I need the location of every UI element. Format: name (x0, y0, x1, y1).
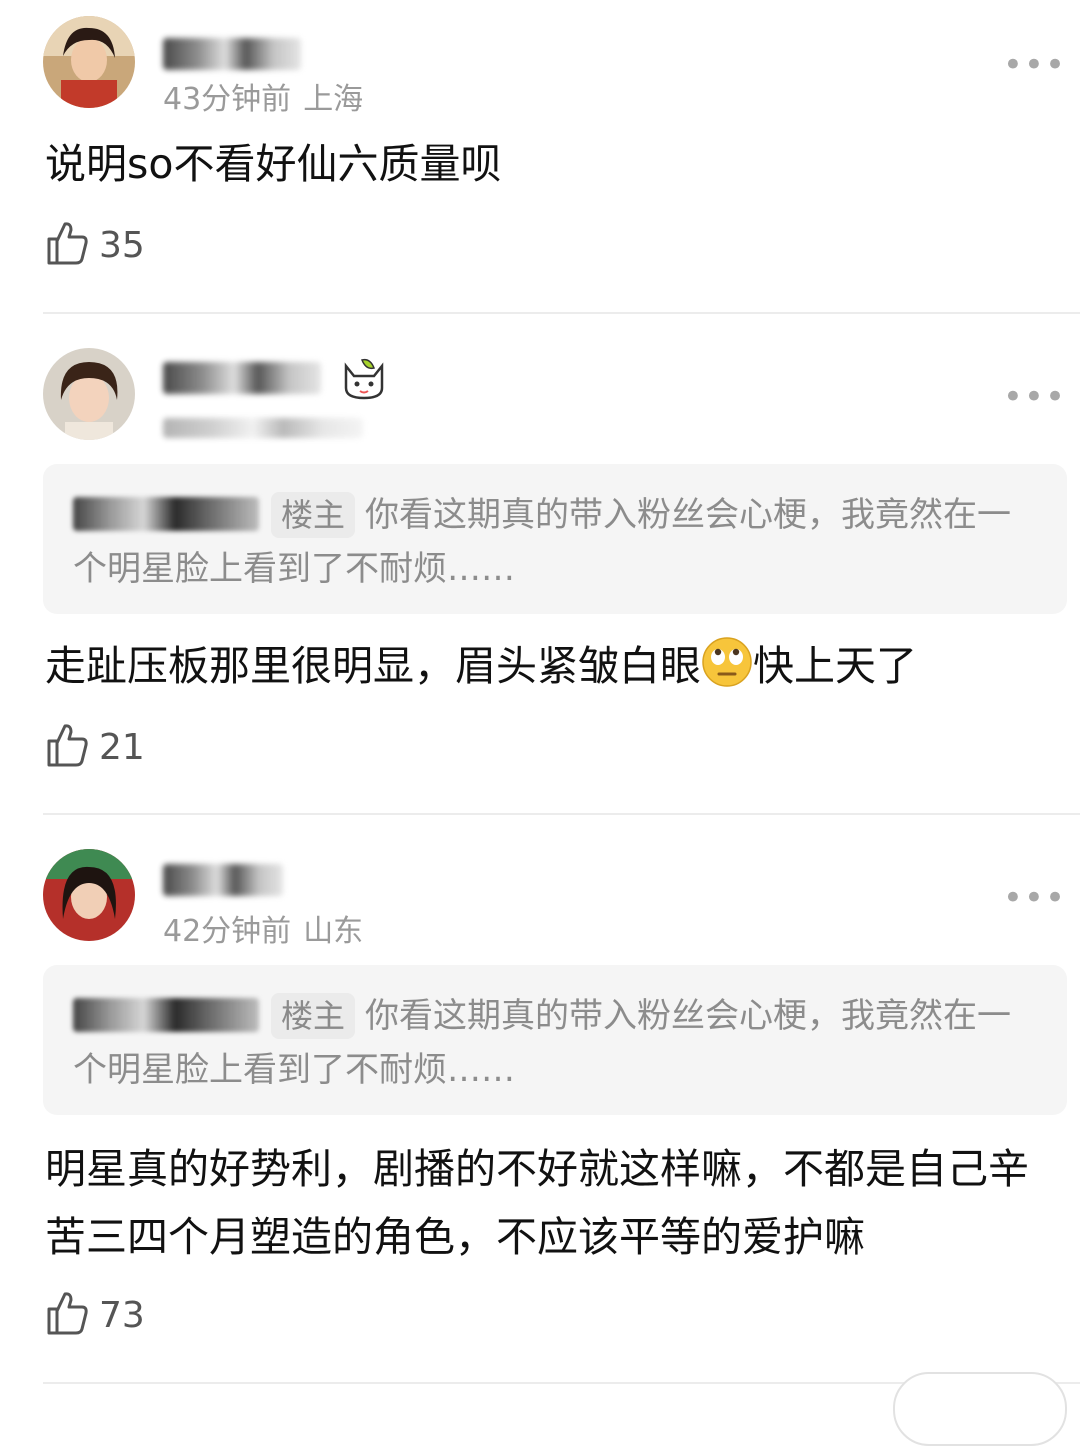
comment-location: 山东 (303, 914, 364, 949)
avatar[interactable] (43, 16, 135, 108)
quoted-username-blurred (73, 998, 259, 1032)
comment-time: 43分钟前 (163, 82, 292, 117)
cat-badge-icon (340, 358, 388, 404)
avatar[interactable] (43, 849, 135, 941)
username-blurred[interactable] (163, 38, 301, 70)
comment-text: 明星真的好势利，剧播的不好就这样嘛，不都是自己辛苦三四个月塑造的角色，不应该平等… (45, 1145, 1029, 1261)
username-blurred[interactable] (163, 362, 321, 394)
quoted-comment[interactable]: 楼主 你看这期真的带入粉丝会心梗，我竟然在一个明星脸上看到了不耐烦…… (43, 965, 1067, 1115)
comment-text: 说明so不看好仙六质量呗 (45, 140, 502, 188)
username-blurred[interactable] (163, 864, 283, 896)
comment-location: 上海 (303, 82, 364, 117)
divider (43, 312, 1080, 314)
comment-text-part2: 快上天了 (753, 642, 917, 690)
quoted-username-blurred (73, 497, 259, 531)
quoted-comment[interactable]: 楼主 你看这期真的带入粉丝会心梗，我竟然在一个明星脸上看到了不耐烦…… (43, 464, 1067, 614)
thumbs-up-icon (45, 1290, 89, 1340)
divider (43, 813, 1080, 815)
op-tag: 楼主 (271, 492, 356, 538)
like-count: 21 (99, 726, 145, 768)
like-count: 73 (99, 1294, 145, 1336)
more-icon[interactable]: ••• (1003, 48, 1066, 82)
meta-blurred (163, 418, 363, 438)
like-button[interactable]: 21 (45, 724, 145, 770)
floating-reply-button[interactable] (893, 1372, 1067, 1446)
thumbs-up-icon (45, 722, 89, 772)
comment-text-part1: 走趾压板那里很明显，眉头紧皱白眼 (45, 642, 701, 690)
avatar[interactable] (43, 348, 135, 440)
comment-time: 42分钟前 (163, 914, 292, 949)
comment-text: 走趾压板那里很明显，眉头紧皱白眼 快上天了 (45, 634, 1055, 706)
like-button[interactable]: 35 (45, 222, 145, 268)
more-icon[interactable]: ••• (1003, 881, 1066, 915)
op-tag: 楼主 (271, 993, 356, 1039)
comment-meta: 43分钟前 上海 (163, 74, 363, 118)
comment-meta: 42分钟前 山东 (163, 906, 363, 950)
more-icon[interactable]: ••• (1003, 380, 1066, 414)
like-button[interactable]: 73 (45, 1292, 145, 1338)
thumbs-up-icon (45, 220, 89, 270)
eye-roll-emoji (701, 636, 753, 706)
like-count: 35 (99, 224, 145, 266)
